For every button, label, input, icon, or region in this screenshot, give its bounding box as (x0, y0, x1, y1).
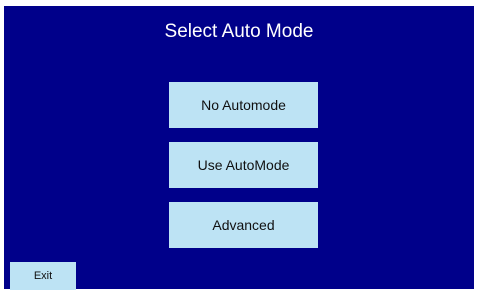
no-automode-button[interactable]: No Automode (169, 82, 318, 128)
advanced-button-label: Advanced (212, 217, 275, 233)
use-automode-button[interactable]: Use AutoMode (169, 142, 318, 188)
exit-button-label: Exit (33, 270, 53, 282)
advanced-button[interactable]: Advanced (169, 202, 318, 248)
use-automode-button-label: Use AutoMode (197, 157, 290, 173)
page-title: Select Auto Mode (164, 21, 314, 42)
auto-mode-screen: Select Auto Mode No Automode Use AutoMod… (4, 6, 474, 290)
no-automode-button-label: No Automode (201, 97, 286, 113)
exit-button[interactable]: Exit (10, 262, 76, 290)
